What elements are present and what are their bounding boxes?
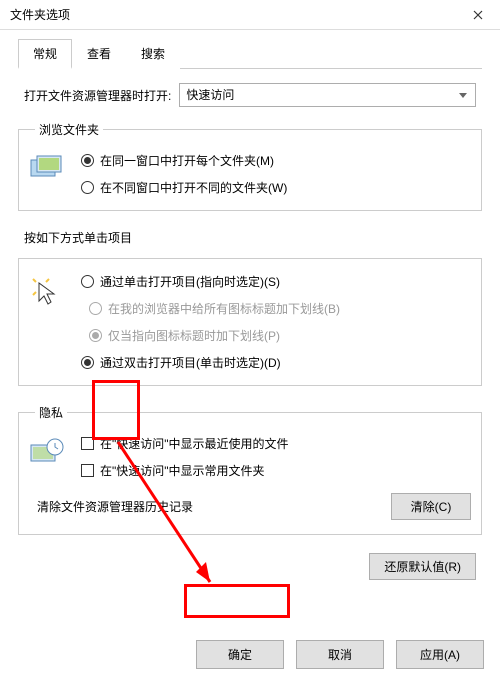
browse-legend: 浏览文件夹 xyxy=(35,121,103,138)
checkbox-icon xyxy=(81,437,94,450)
dialog-buttons: 确定 取消 应用(A) xyxy=(0,640,500,683)
radio-label: 在不同窗口中打开不同的文件夹(W) xyxy=(100,179,287,196)
close-icon xyxy=(473,7,483,23)
titlebar: 文件夹选项 xyxy=(0,0,500,30)
open-with-label: 打开文件资源管理器时打开: xyxy=(24,87,171,104)
privacy-legend: 隐私 xyxy=(35,404,67,421)
check-label: 在"快速访问"中显示常用文件夹 xyxy=(100,462,265,479)
open-with-value: 快速访问 xyxy=(186,88,234,102)
cancel-button[interactable]: 取消 xyxy=(296,640,384,669)
radio-same-window[interactable]: 在同一窗口中打开每个文件夹(M) xyxy=(81,152,471,169)
radio-single-click[interactable]: 通过单击打开项目(指向时选定)(S) xyxy=(81,273,471,290)
window-title: 文件夹选项 xyxy=(10,6,70,23)
privacy-group: 隐私 在"快速访问"中显示最近使用的文件 在"快速访问"中显示常用文件夹 清除文… xyxy=(18,404,482,535)
open-with-dropdown[interactable]: 快速访问 xyxy=(179,83,476,107)
click-legend: 按如下方式单击项目 xyxy=(24,229,476,246)
radio-icon xyxy=(89,302,102,315)
radio-label: 在同一窗口中打开每个文件夹(M) xyxy=(100,152,274,169)
radio-label: 通过单击打开项目(指向时选定)(S) xyxy=(100,273,280,290)
radio-icon xyxy=(81,181,94,194)
radio-underline-hover: 仅当指向图标标题时加下划线(P) xyxy=(89,327,471,344)
history-label: 清除文件资源管理器历史记录 xyxy=(37,498,193,515)
apply-button[interactable]: 应用(A) xyxy=(396,640,484,669)
tab-strip: 常规 查看 搜索 xyxy=(18,38,482,69)
check-frequent-folders[interactable]: 在"快速访问"中显示常用文件夹 xyxy=(81,462,471,479)
radio-icon xyxy=(89,329,102,342)
radio-label: 在我的浏览器中给所有图标标题加下划线(B) xyxy=(108,300,340,317)
tab-general[interactable]: 常规 xyxy=(18,39,72,69)
radio-double-click[interactable]: 通过双击打开项目(单击时选定)(D) xyxy=(81,354,471,371)
radio-diff-window[interactable]: 在不同窗口中打开不同的文件夹(W) xyxy=(81,179,471,196)
close-button[interactable] xyxy=(456,0,500,30)
clear-button[interactable]: 清除(C) xyxy=(391,493,471,520)
tab-search[interactable]: 搜索 xyxy=(126,39,180,69)
click-mode-group: 通过单击打开项目(指向时选定)(S) 在我的浏览器中给所有图标标题加下划线(B)… xyxy=(18,258,482,386)
checkbox-icon xyxy=(81,464,94,477)
radio-icon xyxy=(81,275,94,288)
radio-icon xyxy=(81,154,94,167)
radio-label: 仅当指向图标标题时加下划线(P) xyxy=(108,327,280,344)
privacy-clock-icon xyxy=(29,435,73,468)
check-label: 在"快速访问"中显示最近使用的文件 xyxy=(100,435,289,452)
radio-underline-all: 在我的浏览器中给所有图标标题加下划线(B) xyxy=(89,300,471,317)
check-recent-files[interactable]: 在"快速访问"中显示最近使用的文件 xyxy=(81,435,471,452)
folder-windows-icon xyxy=(29,152,73,185)
tab-view[interactable]: 查看 xyxy=(72,39,126,69)
cursor-click-icon xyxy=(29,273,73,312)
ok-button[interactable]: 确定 xyxy=(196,640,284,669)
radio-icon xyxy=(81,356,94,369)
browse-folders-group: 浏览文件夹 在同一窗口中打开每个文件夹(M) 在不同窗口中打开不同的文件夹(W) xyxy=(18,121,482,211)
radio-label: 通过双击打开项目(单击时选定)(D) xyxy=(100,354,281,371)
restore-defaults-button[interactable]: 还原默认值(R) xyxy=(369,553,476,580)
